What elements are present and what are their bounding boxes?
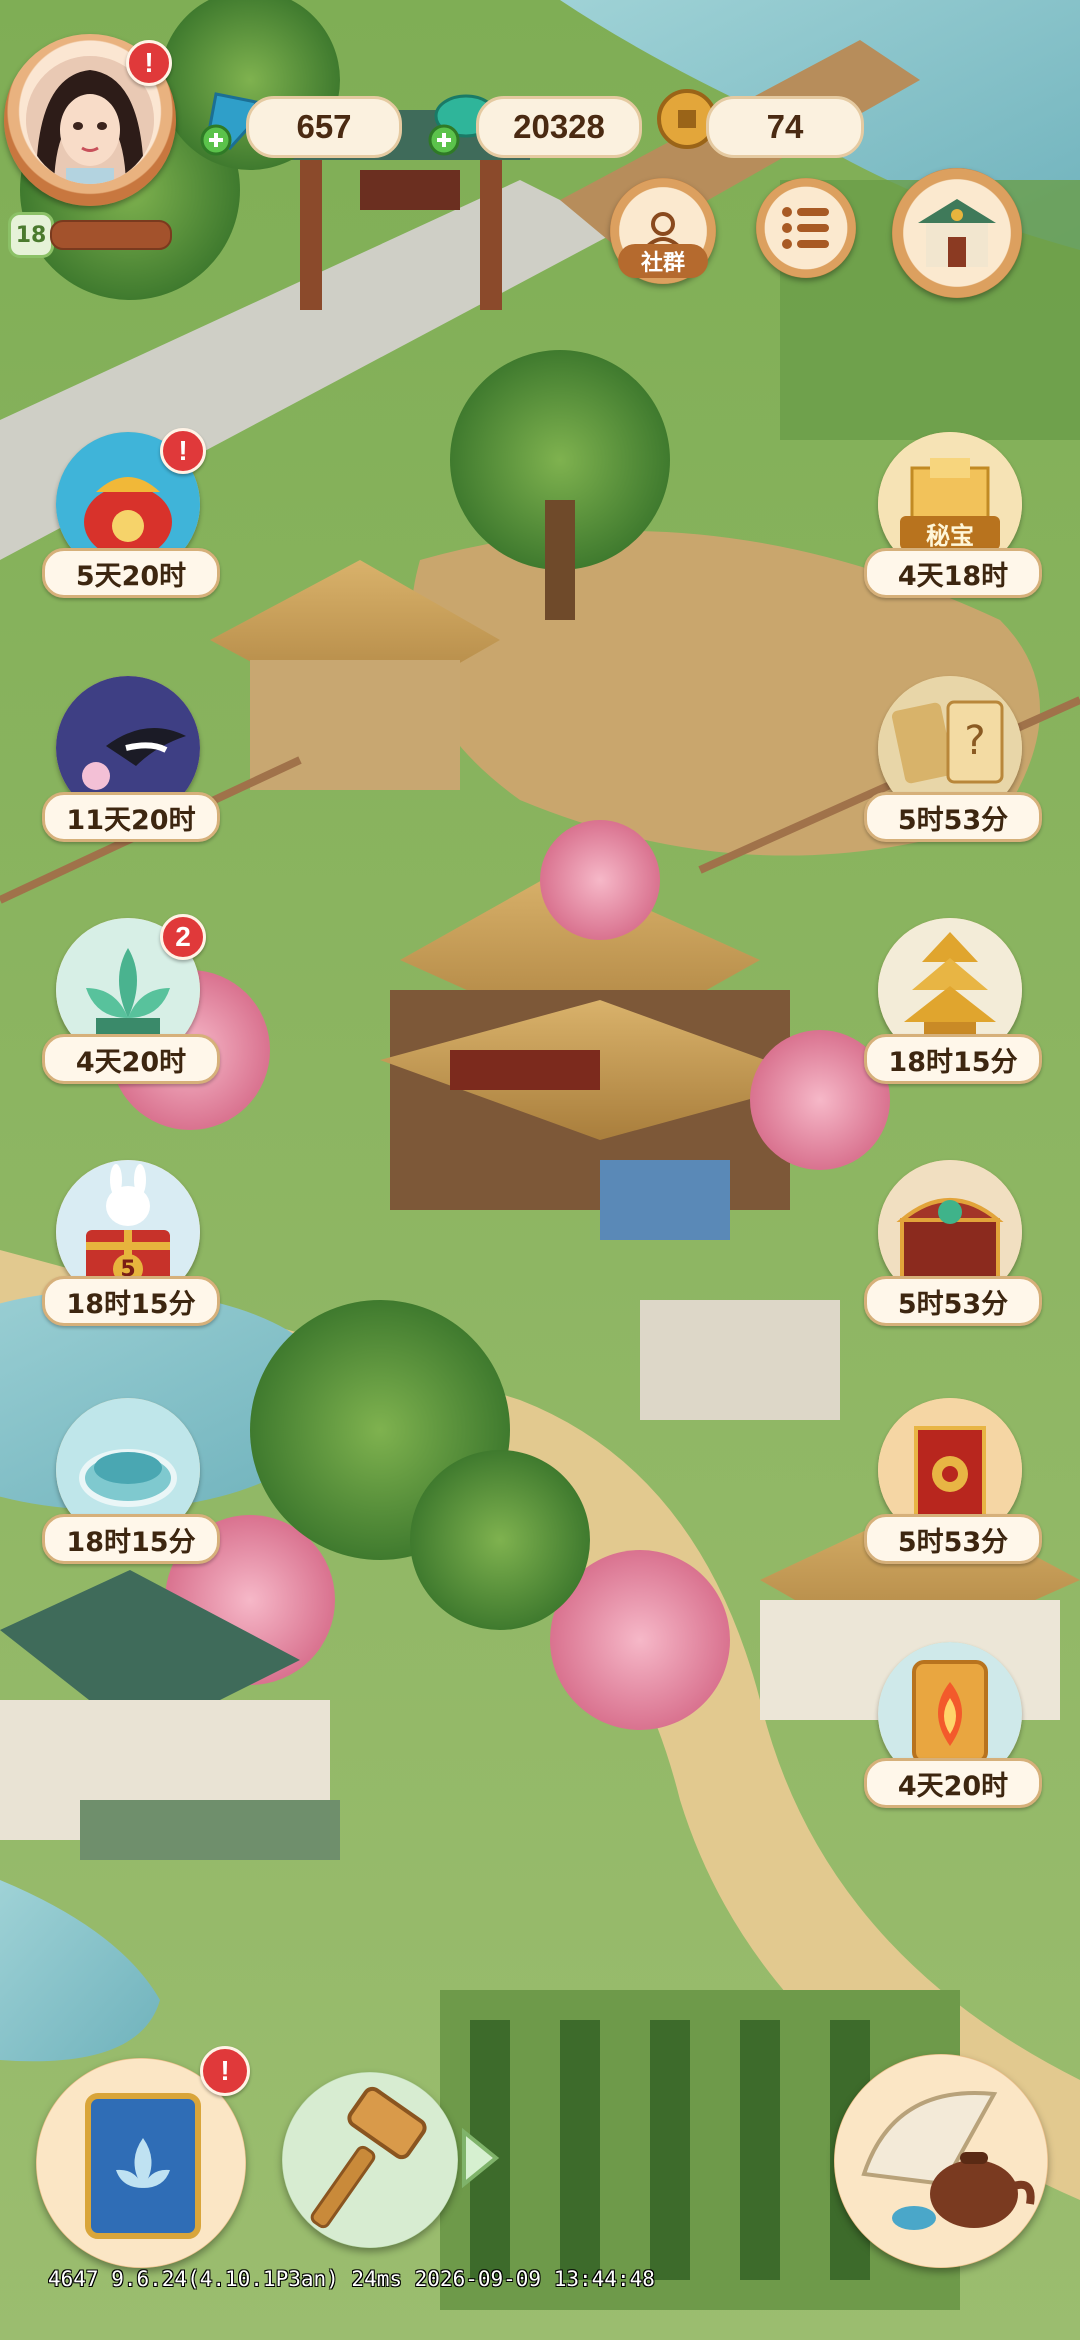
jade-lotus-timer: 4天20时 [42, 1034, 220, 1084]
fortune-bag-alert-badge: ! [160, 428, 206, 474]
magpie-timer: 11天20时 [42, 792, 220, 842]
event-treasure-chest[interactable]: 5时53分 [864, 1160, 1042, 1326]
book-alert-badge: ! [200, 2046, 250, 2096]
hammer-build-button[interactable] [282, 2072, 458, 2248]
event-treasure-cake[interactable]: 秘宝 4天18时 [864, 432, 1042, 598]
water-well-timer: 18时15分 [42, 1514, 220, 1564]
treasure-chest-timer: 5时53分 [864, 1276, 1042, 1326]
event-magpie[interactable]: 11天20时 [42, 676, 220, 842]
player-avatar[interactable]: ! [4, 34, 176, 206]
red-gift-box-timer: 5时53分 [864, 1514, 1042, 1564]
event-phoenix-lantern[interactable]: 4天20时 [864, 1642, 1042, 1808]
event-golden-pagoda[interactable]: 18时15分 [864, 918, 1042, 1084]
coin-currency-counter[interactable]: 74 [706, 96, 864, 158]
shop-building-button[interactable] [892, 168, 1022, 298]
event-rabbit-gift[interactable]: 5 18时15分 [42, 1160, 220, 1326]
mystery-cards-timer: 5时53分 [864, 792, 1042, 842]
player-level-badge: 18 [8, 212, 54, 258]
community-button[interactable]: 社群 [610, 178, 716, 284]
wooden-hammer-icon [310, 2086, 427, 2229]
event-water-well[interactable]: 18时15分 [42, 1398, 220, 1564]
community-label: 社群 [618, 244, 708, 278]
debug-info-line: 4647 9.6.24(4.10.1P3an) 24ms 2026-09-09 … [48, 2267, 655, 2291]
event-jade-lotus[interactable]: 2 4天20时 [42, 914, 220, 1084]
fortune-bag-timer: 5天20时 [42, 548, 220, 598]
treasure-cake-timer: 4天18时 [864, 548, 1042, 598]
svg-text:?: ? [964, 718, 985, 764]
rabbit-gift-timer: 18时15分 [42, 1276, 220, 1326]
emerald-currency-counter[interactable]: 20328 [476, 96, 642, 158]
shop-building-icon [918, 199, 996, 267]
avatar-alert-badge: ! [126, 40, 172, 86]
event-mystery-cards[interactable]: ? 5时53分 [864, 676, 1042, 842]
tea-fan-button[interactable] [834, 2054, 1048, 2268]
expand-arrow-icon[interactable] [460, 2128, 500, 2188]
phoenix-lantern-timer: 4天20时 [864, 1758, 1042, 1808]
jade-currency-counter[interactable]: 657 [246, 96, 402, 158]
xp-progress-bar [50, 220, 172, 250]
event-fortune-bag[interactable]: ! 5天20时 [42, 428, 220, 598]
golden-pagoda-timer: 18时15分 [864, 1034, 1042, 1084]
menu-button[interactable] [756, 178, 856, 278]
fan-teapot-icon [861, 2091, 1035, 2230]
menu-icon [782, 207, 829, 249]
jade-lotus-count-badge: 2 [160, 914, 206, 960]
event-red-gift-box[interactable]: 5时53分 [864, 1398, 1042, 1564]
treasure-label: 秘宝 [900, 516, 1000, 550]
